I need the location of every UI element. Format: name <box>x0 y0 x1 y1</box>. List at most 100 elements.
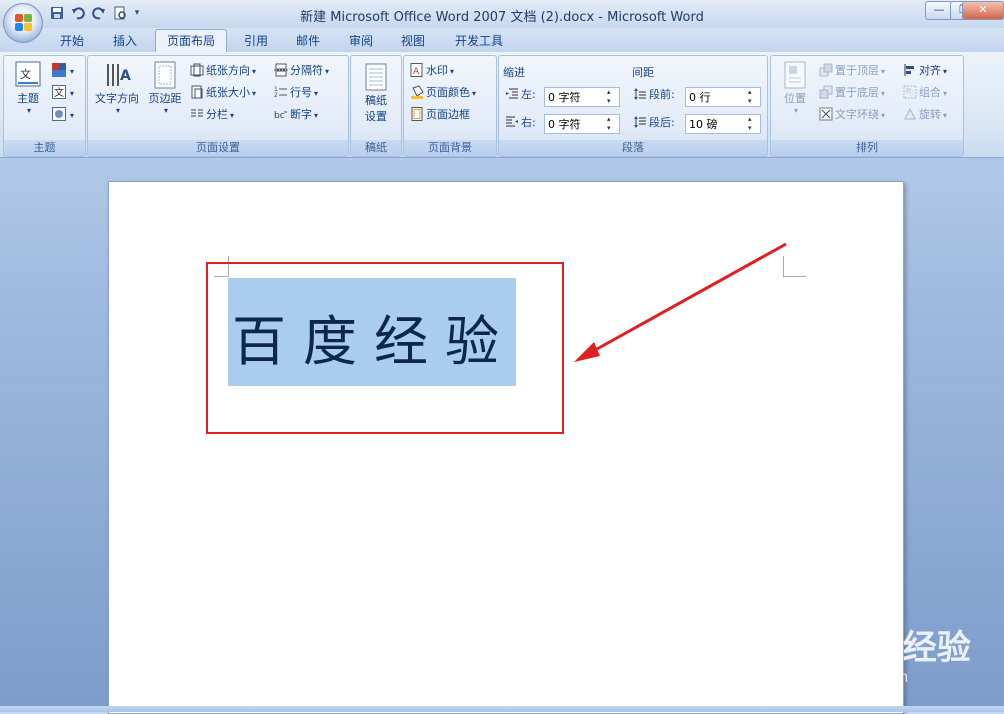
print-preview-icon[interactable] <box>111 4 129 22</box>
tab-view[interactable]: 视图 <box>391 30 435 52</box>
tab-page-layout[interactable]: 页面布局 <box>155 29 227 52</box>
svg-text:A: A <box>413 67 420 77</box>
hyphenation-button[interactable]: bc 断字 ▾ <box>274 106 318 124</box>
save-icon[interactable] <box>48 4 66 22</box>
spin-arrows-icon[interactable]: ▴ ▾ <box>748 88 758 106</box>
page-borders-button[interactable]: 页面边框 <box>410 106 470 124</box>
spacing-before-label: 段前: <box>633 86 675 104</box>
themes-button[interactable]: 文 主题 ▾ <box>10 60 46 115</box>
group-icon <box>903 85 917 99</box>
rotate-icon <box>903 107 917 121</box>
tab-references[interactable]: 引用 <box>234 30 278 52</box>
spin-arrows-icon[interactable]: ▴ ▾ <box>607 88 617 106</box>
svg-text:2: 2 <box>274 92 278 99</box>
columns-button[interactable]: 分栏 ▾ <box>190 106 234 124</box>
align-icon <box>903 63 917 77</box>
margins-button[interactable]: 页边距 ▾ <box>145 60 185 115</box>
line-numbers-button[interactable]: 1 2 行号 ▾ <box>274 84 318 102</box>
position-button[interactable]: 位置 ▾ <box>775 60 815 115</box>
theme-colors-icon <box>52 63 66 77</box>
draft-paper-setup-button[interactable]: 稿纸 设置 <box>355 62 397 124</box>
tab-developer[interactable]: 开发工具 <box>444 30 514 52</box>
spin-arrows-icon[interactable]: ▴ ▾ <box>748 115 758 133</box>
bring-to-front-button[interactable]: 置于顶层 ▾ <box>819 62 885 80</box>
orientation-icon <box>190 63 204 77</box>
page-color-button[interactable]: 页面颜色 ▾ <box>410 84 476 102</box>
indent-right-input[interactable]: 0 字符 ▴ ▾ <box>544 114 620 134</box>
ribbon: 文 主题 ▾ ▾ 文 ▾ ▾ 主题 A 文字方向 ▾ 页边距 ▾ 纸张方向 ▾ … <box>0 52 1004 158</box>
group-draft-paper: 稿纸 设置 稿纸 <box>350 55 402 157</box>
paper-size-button[interactable]: 纸张大小 ▾ <box>190 84 256 102</box>
watermark-button[interactable]: A 水印 ▾ <box>410 62 454 80</box>
draft-paper-label-1: 稿纸 <box>365 94 387 107</box>
columns-icon <box>190 107 204 121</box>
position-icon <box>781 60 809 90</box>
spacing-after-icon <box>633 115 647 129</box>
draft-paper-label-2: 设置 <box>365 110 387 123</box>
text-direction-icon: A <box>103 60 131 90</box>
page-color-icon <box>410 85 424 99</box>
page-borders-icon <box>410 107 424 121</box>
orientation-button[interactable]: 纸张方向 ▾ <box>190 62 256 80</box>
undo-icon[interactable] <box>69 4 87 22</box>
paper-size-icon <box>190 85 204 99</box>
theme-fonts-icon: 文 <box>52 85 66 99</box>
tab-home[interactable]: 开始 <box>50 30 94 52</box>
margins-label: 页边距 <box>148 92 182 105</box>
indent-title: 缩进 <box>503 66 525 79</box>
watermark-url: jingyan.baidu.com <box>770 668 909 686</box>
theme-effects-button[interactable]: ▾ <box>52 106 74 124</box>
theme-fonts-button[interactable]: 文 ▾ <box>52 84 74 102</box>
themes-caret-icon: ▾ <box>26 106 31 115</box>
title-bar: 新建 Microsoft Office Word 2007 文档 (2).doc… <box>0 0 1004 29</box>
group-objects-button[interactable]: 组合 ▾ <box>903 84 947 102</box>
align-button[interactable]: 对齐 ▾ <box>903 62 947 80</box>
spacing-title: 间距 <box>632 66 654 79</box>
theme-effects-icon <box>52 107 66 121</box>
bring-to-front-icon <box>819 63 833 77</box>
group-label: 段落 <box>499 140 767 156</box>
group-label: 稿纸 <box>351 140 401 156</box>
line-numbers-icon: 12 <box>274 85 288 99</box>
svg-text:A: A <box>120 68 131 84</box>
qat-customize-icon[interactable]: ▾ <box>132 4 142 22</box>
send-to-back-button[interactable]: 置于底层 ▾ <box>819 84 885 102</box>
indent-left-input[interactable]: 0 字符 ▴ ▾ <box>544 87 620 107</box>
quick-access-toolbar: ▾ <box>48 3 142 23</box>
breaks-icon <box>274 63 288 77</box>
tab-insert[interactable]: 插入 <box>103 30 147 52</box>
annotation-red-box <box>206 262 564 434</box>
indent-right-icon <box>505 115 519 129</box>
spacing-before-input[interactable]: 0 行 ▴ ▾ <box>685 87 761 107</box>
annotation-arrow-icon <box>574 242 787 362</box>
office-button[interactable] <box>3 3 43 43</box>
text-wrap-button[interactable]: 文字环绕 ▾ <box>819 106 885 124</box>
group-arrange: 位置 ▾ 置于顶层 ▾ 置于底层 ▾ 文字环绕 ▾ 对齐 ▾ 组合 ▾ 旋转 ▾ 排列 <box>770 55 964 157</box>
watermark-icon: A <box>410 63 424 77</box>
ribbon-tabs: 开始 插入 页面布局 引用 邮件 审阅 视图 开发工具 <box>0 28 1004 52</box>
indent-left-label: 左: <box>505 86 536 104</box>
svg-text:文: 文 <box>54 86 64 99</box>
breaks-button[interactable]: 分隔符 ▾ <box>274 62 329 80</box>
group-themes: 文 主题 ▾ ▾ 文 ▾ ▾ 主题 <box>3 55 86 157</box>
group-label: 排列 <box>771 140 963 156</box>
baidu-jingyan-watermark: Bai du 经验 <box>770 628 971 668</box>
margins-icon <box>151 60 179 90</box>
tab-mailings[interactable]: 邮件 <box>286 30 330 52</box>
spacing-after-label: 段后: <box>633 114 675 132</box>
spacing-after-input[interactable]: 10 磅 ▴ ▾ <box>685 114 761 134</box>
text-direction-label: 文字方向 <box>95 92 139 105</box>
redo-icon[interactable] <box>90 4 108 22</box>
spin-arrows-icon[interactable]: ▴ ▾ <box>607 115 617 133</box>
text-direction-button[interactable]: A 文字方向 ▾ <box>92 60 142 115</box>
tab-review[interactable]: 审阅 <box>339 30 383 52</box>
hyphenation-icon: bc <box>274 107 288 121</box>
minimize-button[interactable]: — <box>925 1 953 20</box>
window-title: 新建 Microsoft Office Word 2007 文档 (2).doc… <box>300 10 704 25</box>
position-label: 位置 <box>784 92 806 105</box>
close-button[interactable]: ✕ <box>962 1 1004 20</box>
theme-colors-button[interactable]: ▾ <box>52 62 74 80</box>
send-to-back-icon <box>819 85 833 99</box>
draft-paper-icon <box>362 62 390 92</box>
rotate-button[interactable]: 旋转 ▾ <box>903 106 947 124</box>
